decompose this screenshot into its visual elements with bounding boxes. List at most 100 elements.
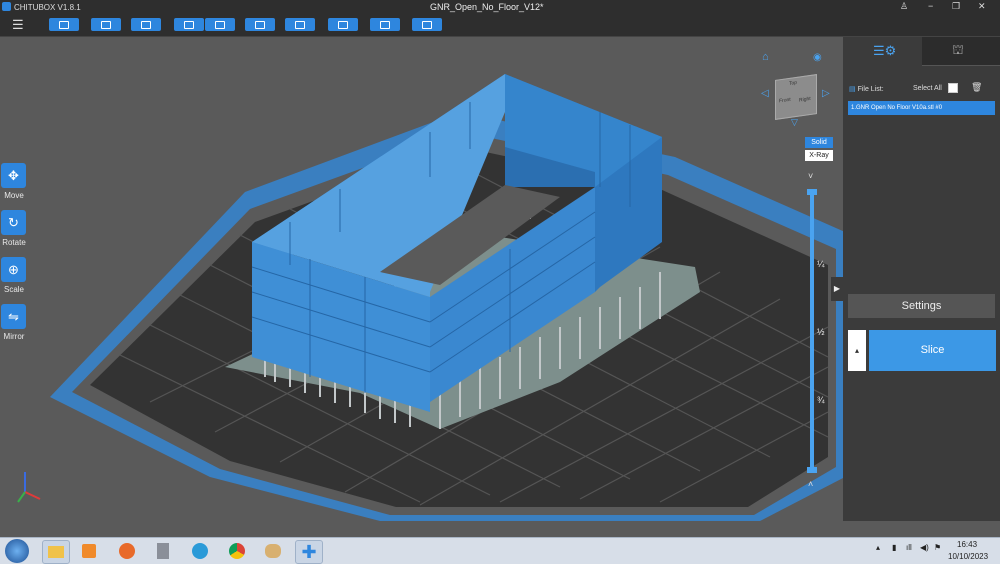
view-cube-down-arrow[interactable]: ▽ [791, 117, 798, 128]
layer-slider-bottom-handle[interactable] [807, 467, 817, 473]
rotate-tool[interactable]: ↻ Rotate [1, 210, 27, 247]
layer-mark-quarter: ¼ [817, 259, 825, 269]
calculator-icon [157, 543, 169, 559]
undo-button[interactable] [174, 18, 204, 31]
taskbar-calculator[interactable] [150, 540, 176, 562]
rotate-icon[interactable]: ↻ [1, 210, 26, 235]
settings-toolbar-button[interactable] [245, 18, 275, 31]
start-orb-icon[interactable] [5, 539, 29, 563]
file-list-label: ▤ File List: [849, 85, 884, 93]
supports-icon: ⛫ [952, 42, 964, 57]
move-label: Move [4, 191, 24, 200]
main-toolbar: ☰ [0, 14, 1000, 37]
document-title: GNR_Open_No_Floor_V12* [430, 2, 544, 12]
layer-mark-half: ½ [817, 327, 825, 337]
taskbar-chrome[interactable] [224, 540, 250, 562]
save-icon [101, 21, 111, 29]
layer-slider-down-arrow[interactable]: ˅ [808, 171, 813, 181]
mirror-icon[interactable]: ⇋ [1, 304, 26, 329]
right-panel: ▶ ☰⚙ ⛫ ▤ File List: Select All 🗑 1.GNR O… [831, 37, 1000, 521]
scale-icon[interactable]: ⊕ [1, 257, 26, 282]
edge-icon [192, 543, 208, 559]
clock-time[interactable]: 16:43 [957, 540, 977, 549]
support-button[interactable] [328, 18, 358, 31]
view-cube-left-arrow[interactable]: ◁ [761, 88, 769, 99]
file-list-icon: ▤ [849, 86, 856, 93]
slice-options-button[interactable]: ▴ [848, 330, 866, 371]
scene-svg[interactable] [0, 37, 843, 521]
tray-network-icon[interactable]: ▮ [892, 543, 896, 552]
chitubox-icon: ✚ [301, 542, 317, 562]
view-cube-front[interactable]: Front [779, 97, 791, 105]
tray-signal-icon[interactable]: ıll [906, 543, 912, 552]
redo-button[interactable] [205, 18, 235, 31]
rotate-label: Rotate [2, 238, 26, 247]
taskbar-edge[interactable] [187, 540, 213, 562]
hollow-button[interactable] [285, 18, 315, 31]
tab-supports[interactable]: ⛫ [922, 37, 1000, 66]
tray-volume-icon[interactable]: ◀) [920, 543, 929, 552]
hamburger-menu-icon[interactable]: ☰ [12, 17, 24, 33]
taskbar-paint[interactable] [260, 540, 286, 562]
taskbar-explorer[interactable] [42, 540, 70, 564]
layer-slider-top-handle[interactable] [807, 189, 817, 195]
layer-slider-track[interactable] [810, 192, 814, 472]
tray-expand-icon[interactable]: ▴ [876, 543, 880, 552]
file-list-item[interactable]: 1.GNR Open No Floor V10a.stl #0 [848, 101, 995, 115]
machine-icon [255, 21, 265, 29]
frame-button[interactable] [370, 18, 400, 31]
windows-taskbar: ✚ ▴ ▮ ıll ◀) ⚑ 16:43 10/10/2023 [0, 537, 1000, 564]
trash-icon[interactable]: 🗑 [971, 82, 982, 93]
panel-tabs: ☰⚙ ⛫ [843, 37, 1000, 66]
clock-date[interactable]: 10/10/2023 [948, 552, 988, 561]
user-icon[interactable]: ♙ [900, 1, 908, 12]
move-tool[interactable]: ✥ Move [1, 163, 27, 200]
view-cube-right-arrow[interactable]: ▷ [822, 88, 830, 99]
close-button[interactable]: ✕ [978, 1, 986, 12]
solid-view-button[interactable]: Solid [805, 137, 833, 148]
paint-icon [265, 544, 281, 558]
slice-button[interactable]: Slice [869, 330, 996, 371]
models-settings-icon: ☰⚙ [873, 43, 897, 58]
axis-gizmo [17, 472, 41, 503]
layer-mark-three-quarter: ¾ [817, 395, 825, 405]
taskbar-firefox[interactable] [114, 540, 140, 562]
layer-slider-up-arrow[interactable]: ˄ [808, 479, 813, 489]
tray-flag-icon[interactable]: ⚑ [934, 543, 941, 552]
chitubox-logo-icon [2, 2, 11, 11]
folder-icon [48, 546, 64, 558]
redo-icon [215, 21, 225, 29]
media-player-icon [82, 544, 96, 558]
auto-layout-button[interactable] [131, 18, 161, 31]
support-icon [338, 21, 348, 29]
select-all-label: Select All [913, 85, 942, 92]
home-view-icon[interactable]: ⌂ [762, 51, 769, 63]
maximize-button[interactable]: ❐ [952, 1, 960, 12]
tab-models[interactable]: ☰⚙ [843, 37, 922, 65]
panel-collapse-arrow[interactable]: ▶ [831, 277, 843, 301]
title-bar: CHITUBOX V1.8.1 GNR_Open_No_Floor_V12* ♙… [0, 0, 1000, 14]
layout-icon [141, 21, 151, 29]
open-file-button[interactable] [49, 18, 79, 31]
3d-viewport[interactable]: ⌂ ◉ Top Front Right ◁ ▷ ▽ Solid X-Ray ˅ … [0, 37, 843, 521]
taskbar-media-player[interactable] [76, 540, 102, 562]
folder-icon [59, 21, 69, 29]
xray-view-button[interactable]: X-Ray [805, 150, 833, 161]
mirror-tool[interactable]: ⇋ Mirror [1, 304, 27, 341]
taskbar-chitubox[interactable]: ✚ [295, 540, 323, 564]
minimize-button[interactable]: − [928, 1, 933, 11]
app-name: CHITUBOX V1.8.1 [14, 3, 81, 12]
select-all-checkbox[interactable] [948, 83, 958, 93]
scale-label: Scale [3, 285, 24, 294]
print-button[interactable] [412, 18, 442, 31]
settings-button[interactable]: Settings [848, 294, 995, 318]
move-icon[interactable]: ✥ [1, 163, 26, 188]
view-cube-top[interactable]: Top [789, 80, 797, 87]
save-dropdown-button[interactable] [91, 18, 121, 31]
scale-tool[interactable]: ⊕ Scale [1, 257, 27, 294]
visibility-eye-icon[interactable]: ◉ [813, 52, 822, 63]
print-icon [422, 21, 432, 29]
view-cube[interactable]: Top Front Right [775, 74, 817, 120]
view-cube-right[interactable]: Right [799, 96, 811, 104]
undo-icon [184, 21, 194, 29]
